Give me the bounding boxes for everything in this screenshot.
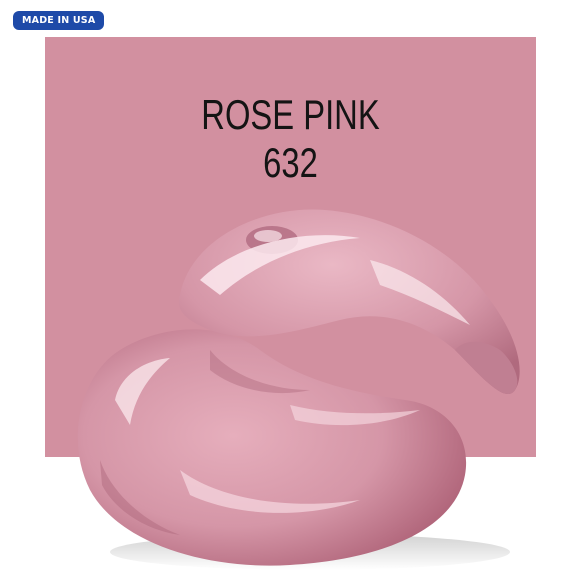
paint-dollop-illustration — [77, 209, 520, 570]
color-code-label: 632 — [263, 139, 318, 186]
made-in-usa-badge: MADE IN USA — [13, 11, 105, 30]
product-image-frame: MADE IN USA ROSE PINK 632 — [0, 0, 583, 580]
paint-lower-swirl — [77, 329, 467, 566]
color-name-label: ROSE PINK — [201, 91, 380, 138]
